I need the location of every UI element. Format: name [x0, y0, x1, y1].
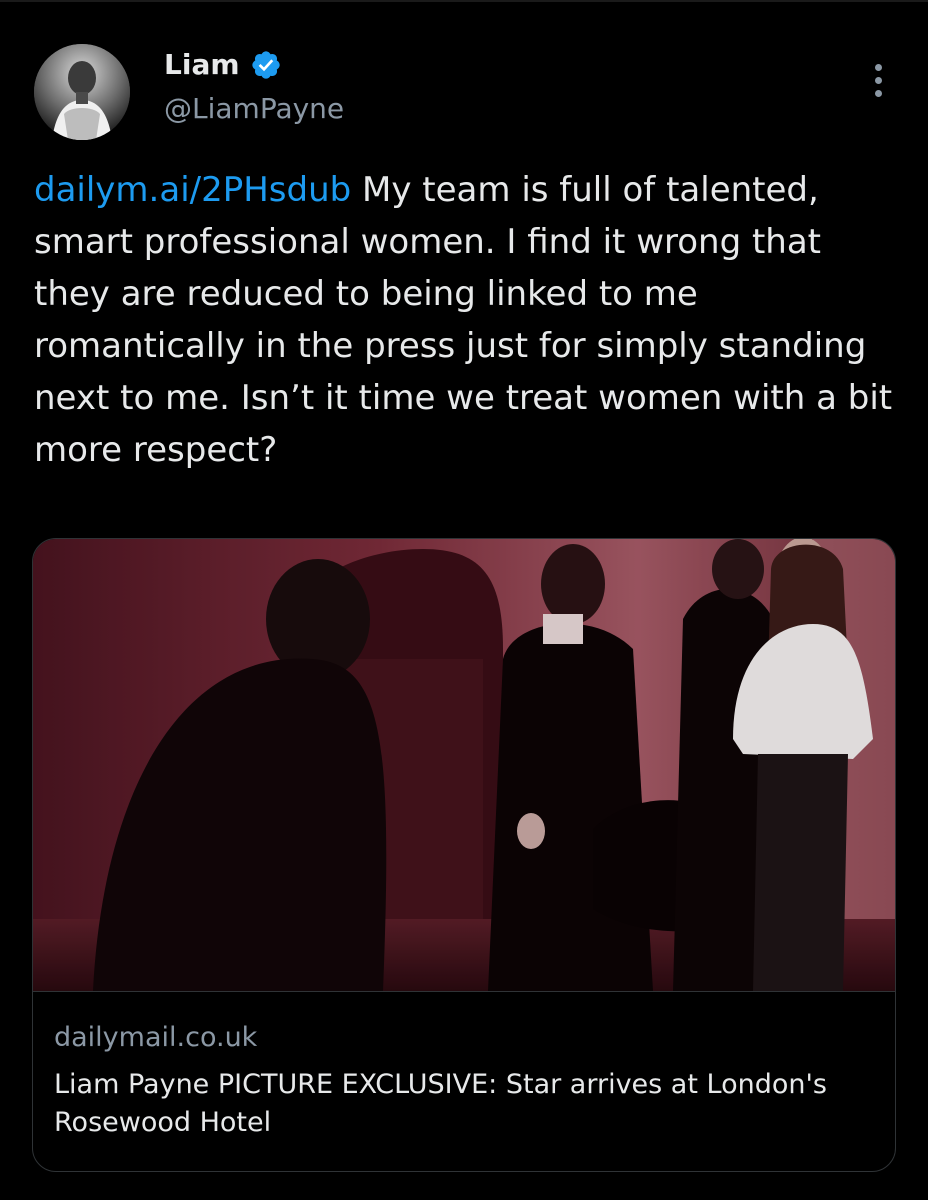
more-vertical-icon-dot [874, 63, 882, 71]
avatar-image [34, 44, 130, 140]
tweet: Liam @LiamPayne dailym.ai/2PHsdub My tea… [0, 0, 928, 1200]
card-title: Liam Payne PICTURE EXCLUSIVE: Star arriv… [54, 1069, 827, 1138]
tweet-link[interactable]: dailym.ai/2PHsdub [34, 170, 351, 210]
author-handle[interactable]: @LiamPayne [164, 90, 344, 128]
author-name-row: Liam [164, 46, 282, 84]
more-options-button[interactable] [860, 56, 896, 104]
author-name[interactable]: Liam [164, 46, 240, 84]
verified-badge-icon [251, 51, 280, 79]
card-image [33, 539, 895, 992]
tweet-text: dailym.ai/2PHsdub My team is full of tal… [34, 164, 904, 476]
more-vertical-icon-dot [874, 89, 882, 97]
paparazzi-photo [33, 539, 895, 991]
link-preview-card[interactable]: dailymail.co.uk Liam Payne PICTURE EXCLU… [32, 538, 896, 1172]
more-vertical-icon-dot [874, 76, 882, 84]
avatar[interactable] [34, 44, 130, 140]
tweet-body: My team is full of talented, smart profe… [34, 170, 893, 470]
card-domain: dailymail.co.uk [54, 1022, 258, 1053]
